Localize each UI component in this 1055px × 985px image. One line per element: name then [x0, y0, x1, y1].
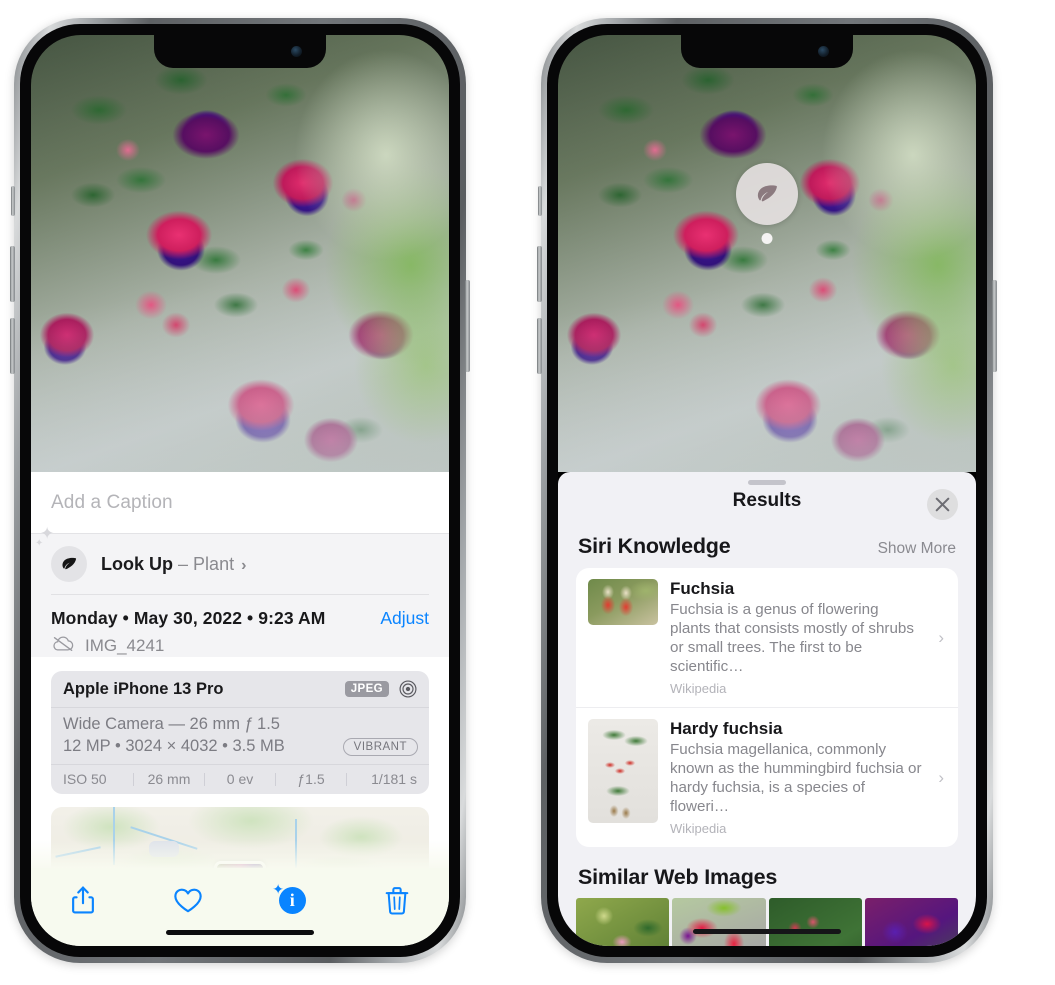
- image-specs: 12 MP • 3024 × 4032 • 3.5 MB: [63, 737, 285, 755]
- similar-web-images-header: Similar Web Images: [558, 847, 976, 898]
- section-title: Siri Knowledge: [578, 534, 731, 558]
- exif-exposure-comp: 0 ev: [226, 771, 254, 787]
- mute-switch[interactable]: [11, 186, 15, 216]
- results-sheet: Results Siri Knowledge Show More Fuchsia…: [558, 472, 976, 946]
- similar-web-image-2[interactable]: [672, 898, 766, 946]
- sparkle-icon: ✦: [272, 881, 284, 897]
- photo-viewer-image[interactable]: [31, 35, 449, 472]
- chevron-right-icon: ›: [938, 767, 944, 787]
- caption-field-row[interactable]: Add a Caption: [31, 472, 449, 534]
- icloud-slash-icon: [51, 635, 75, 657]
- notch: [154, 35, 326, 68]
- visual-lookup-anchor-dot: [761, 233, 773, 244]
- screenshot-stage: Add a Caption ✦ ✦ Look Up – Plant › Mond…: [0, 0, 1055, 985]
- photo-datetime: Monday • May 30, 2022 • 9:23 AM: [51, 608, 326, 628]
- camera-card-header: Apple iPhone 13 Pro JPEG: [51, 671, 429, 708]
- volume-down-button[interactable]: [10, 318, 15, 374]
- mute-switch[interactable]: [538, 186, 542, 216]
- similar-web-image-1[interactable]: [576, 898, 670, 946]
- sparkle-icon-small: ✦: [35, 538, 44, 549]
- map-road: [55, 846, 101, 858]
- knowledge-thumbnail: [588, 579, 658, 625]
- phone-screen-right: Results Siri Knowledge Show More Fuchsia…: [558, 35, 976, 946]
- similar-web-image-4[interactable]: [864, 898, 958, 946]
- photo-viewer-image[interactable]: [558, 35, 976, 472]
- front-camera: [291, 46, 302, 57]
- map-road: [295, 819, 297, 869]
- photographic-style-badge: VIBRANT: [342, 737, 418, 756]
- look-up-title: Look Up: [101, 553, 173, 574]
- home-indicator[interactable]: [166, 930, 314, 935]
- knowledge-title: Hardy fuchsia: [670, 719, 783, 738]
- share-button[interactable]: [31, 880, 136, 920]
- info-button[interactable]: ✦ i: [240, 880, 345, 920]
- look-up-dash: –: [178, 553, 189, 574]
- photo-metadata-block: Monday • May 30, 2022 • 9:23 AM Adjust I…: [31, 595, 449, 657]
- iphone-right-visual-lookup-results: Results Siri Knowledge Show More Fuchsia…: [537, 18, 997, 963]
- siri-knowledge-header: Siri Knowledge Show More: [558, 530, 976, 568]
- phone-screen-left: Add a Caption ✦ ✦ Look Up – Plant › Mond…: [31, 35, 449, 946]
- knowledge-title: Fuchsia: [670, 579, 735, 598]
- exif-focal-length: 26 mm: [147, 771, 191, 787]
- look-up-label: Look Up – Plant ›: [101, 554, 246, 575]
- chevron-right-icon: ›: [938, 627, 944, 647]
- siri-knowledge-card-list: Fuchsia Fuchsia is a genus of flowering …: [576, 568, 958, 847]
- similar-web-images-strip[interactable]: [558, 898, 976, 946]
- photo-info-sheet: Add a Caption ✦ ✦ Look Up – Plant › Mond…: [31, 472, 449, 946]
- leaf-icon[interactable]: [736, 163, 798, 225]
- notch: [681, 35, 853, 68]
- volume-down-button[interactable]: [537, 318, 542, 374]
- info-sparkle-icon: ✦ i: [272, 882, 307, 915]
- knowledge-source: Wikipedia: [670, 821, 727, 836]
- delete-button[interactable]: [345, 880, 450, 920]
- side-power-button[interactable]: [992, 280, 997, 372]
- exif-iso: ISO 50: [63, 771, 107, 787]
- close-icon[interactable]: [927, 489, 958, 520]
- map-water-body: [149, 841, 179, 857]
- volume-up-button[interactable]: [10, 246, 15, 302]
- iphone-left-photos-info: Add a Caption ✦ ✦ Look Up – Plant › Mond…: [10, 18, 470, 963]
- map-road: [113, 807, 115, 865]
- look-up-block: ✦ ✦ Look Up – Plant ›: [31, 525, 449, 595]
- lens-info: Wide Camera — 26 mm ƒ 1.5: [63, 715, 280, 733]
- knowledge-thumbnail: [588, 719, 658, 823]
- section-title: Similar Web Images: [578, 865, 778, 889]
- knowledge-description: Fuchsia is a genus of flowering plants t…: [670, 601, 914, 675]
- aperture-icon: [398, 679, 418, 699]
- favorite-button[interactable]: [136, 880, 241, 920]
- front-camera: [818, 46, 829, 57]
- show-more-button[interactable]: Show More: [878, 540, 956, 558]
- photo-filename: IMG_4241: [85, 636, 165, 655]
- knowledge-source: Wikipedia: [670, 681, 727, 696]
- phone-bezel: Results Siri Knowledge Show More Fuchsia…: [547, 24, 987, 957]
- exif-aperture: ƒ1.5: [297, 771, 325, 787]
- exif-shutter: 1/181 s: [371, 771, 417, 787]
- similar-web-image-3[interactable]: [768, 898, 862, 946]
- results-title: Results: [732, 490, 802, 511]
- file-format-badge: JPEG: [344, 681, 389, 697]
- knowledge-row[interactable]: Fuchsia Fuchsia is a genus of flowering …: [576, 568, 958, 707]
- camera-info-card: Apple iPhone 13 Pro JPEG Wide Camera — 2…: [51, 671, 429, 794]
- knowledge-row[interactable]: Hardy fuchsia Fuchsia magellanica, commo…: [576, 707, 958, 847]
- chevron-right-icon: ›: [241, 556, 247, 574]
- home-indicator[interactable]: [693, 929, 841, 934]
- side-power-button[interactable]: [465, 280, 470, 372]
- caption-input[interactable]: Add a Caption: [51, 492, 173, 514]
- volume-up-button[interactable]: [537, 246, 542, 302]
- knowledge-description: Fuchsia magellanica, commonly known as t…: [670, 741, 922, 815]
- phone-bezel: Add a Caption ✦ ✦ Look Up – Plant › Mond…: [20, 24, 460, 957]
- adjust-button[interactable]: Adjust: [380, 608, 429, 629]
- exif-row: ISO 50 26 mm 0 ev ƒ1.5 1/181 s: [51, 765, 429, 794]
- camera-device-name: Apple iPhone 13 Pro: [63, 679, 224, 698]
- camera-card-body: Wide Camera — 26 mm ƒ 1.5 12 MP • 3024 ×…: [51, 708, 429, 765]
- look-up-row[interactable]: ✦ ✦ Look Up – Plant ›: [35, 525, 429, 594]
- look-up-kind: Plant: [193, 553, 235, 574]
- leaf-icon: [51, 546, 87, 582]
- results-header: Results: [558, 472, 976, 530]
